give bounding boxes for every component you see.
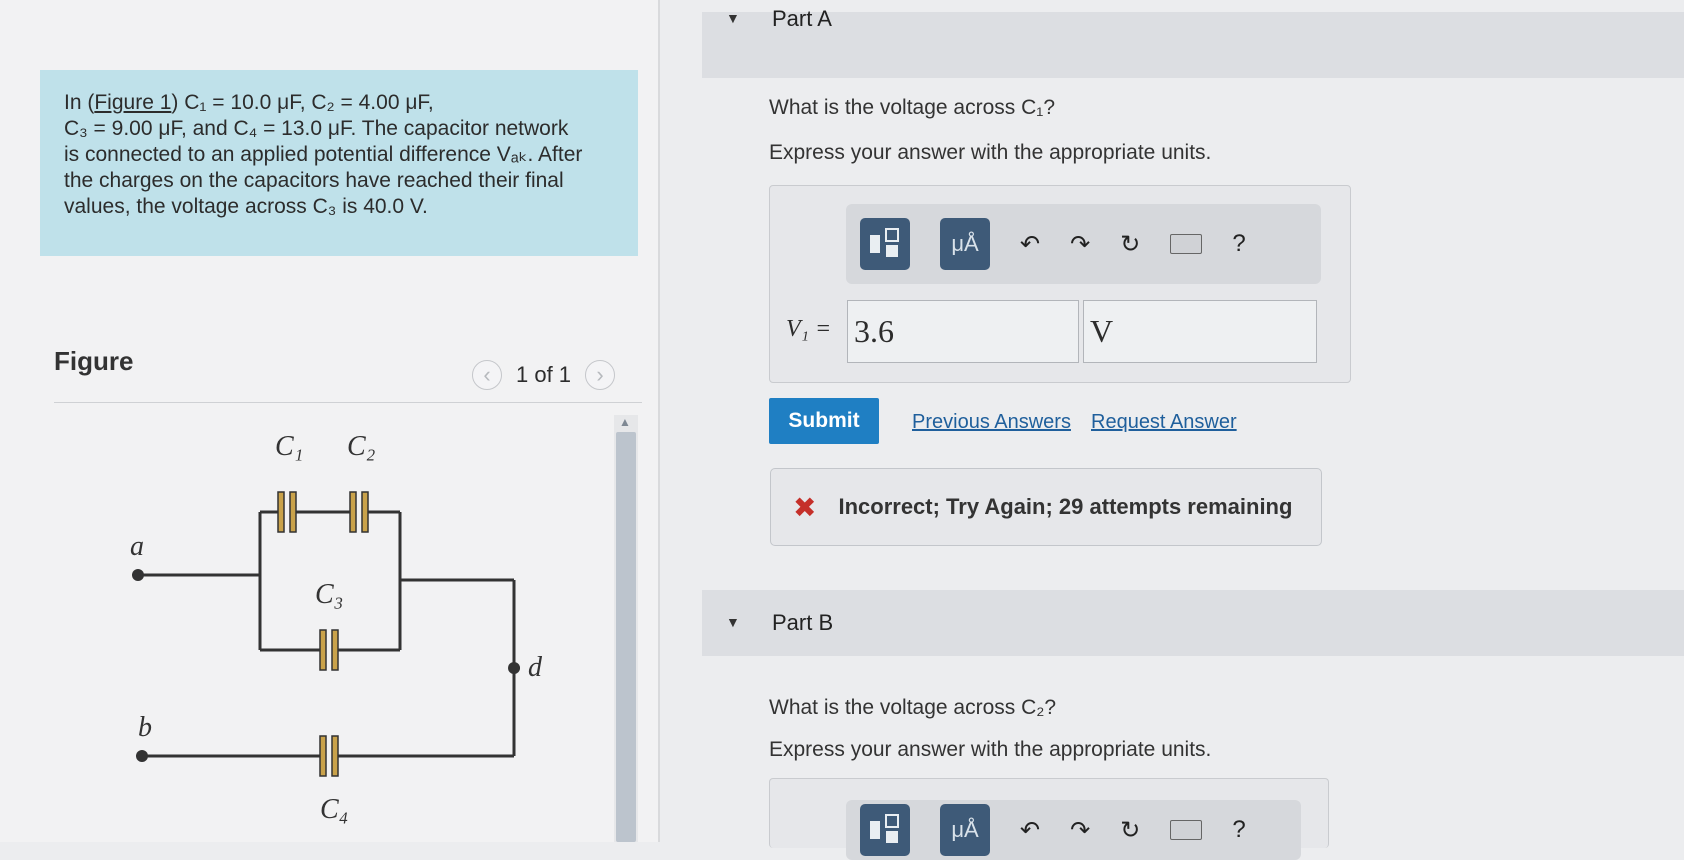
part-b-instruction: Express your answer with the appropriate… <box>769 738 1212 761</box>
help-icon[interactable]: ? <box>1232 816 1245 844</box>
units-button[interactable]: μÅ <box>940 804 990 856</box>
c2-plate-right <box>361 491 369 533</box>
part-b-toolbar: μÅ ↶ ↷ ↻ ? <box>846 800 1301 860</box>
part-a-title: Part A <box>772 6 832 31</box>
problem-line-1: In (Figure 1) C₁ = 10.0 μF, C₂ = 4.00 μF… <box>64 91 434 114</box>
problem-line-4: the charges on the capacitors have reach… <box>64 169 564 192</box>
reset-icon[interactable]: ↻ <box>1120 230 1140 259</box>
problem-statement: In (Figure 1) C₁ = 10.0 μF, C₂ = 4.00 μF… <box>40 70 638 256</box>
part-a-variable-label: V₁ = <box>786 316 832 342</box>
feedback-box: ✖ Incorrect; Try Again; 29 attempts rema… <box>770 468 1322 546</box>
capacitor-plates <box>277 491 369 777</box>
label-c2: C₂ <box>347 431 376 462</box>
label-a: a <box>130 531 144 562</box>
c1-plate-left <box>277 491 285 533</box>
part-b-question: What is the voltage across C₂? <box>769 696 1057 719</box>
units-button[interactable]: μÅ <box>940 218 990 270</box>
problem-line-2: C₃ = 9.00 μF, and C₄ = 13.0 μF. The capa… <box>64 117 569 140</box>
previous-answers-link[interactable]: Previous Answers <box>912 411 1071 434</box>
c2-plate-left <box>349 491 357 533</box>
chevron-right-icon[interactable]: › <box>585 360 616 390</box>
terminal-b <box>136 750 148 762</box>
label-c1: C₁ <box>275 431 303 462</box>
terminal-a <box>132 569 144 581</box>
c3-plate-left <box>319 629 327 671</box>
problem-line-5: values, the voltage across C₃ is 40.0 V. <box>64 195 428 218</box>
figure-heading: Figure <box>54 346 134 376</box>
request-answer-link[interactable]: Request Answer <box>1091 411 1237 434</box>
c3-plate-right <box>331 629 339 671</box>
label-c4: C₄ <box>320 794 348 825</box>
part-a-toolbar: μÅ ↶ ↷ ↻ ? <box>846 204 1321 284</box>
undo-icon[interactable]: ↶ <box>1020 816 1040 845</box>
error-x-icon: ✖ <box>793 491 817 523</box>
label-b: b <box>138 712 152 743</box>
figure-page-count: 1 of 1 <box>516 362 572 387</box>
submit-button[interactable]: Submit <box>769 398 879 444</box>
c4-plate-left <box>319 735 327 777</box>
feedback-message: Incorrect; Try Again; 29 attempts remain… <box>838 494 1293 519</box>
pane-divider[interactable] <box>658 0 660 842</box>
template-button[interactable] <box>860 218 910 270</box>
reset-icon[interactable]: ↻ <box>1120 816 1140 845</box>
value-input[interactable]: 3.6 <box>847 300 1079 363</box>
help-icon[interactable]: ? <box>1232 230 1245 258</box>
undo-icon[interactable]: ↶ <box>1020 230 1040 259</box>
problem-line-3: is connected to an applied potential dif… <box>64 143 583 166</box>
keyboard-icon[interactable] <box>1170 234 1203 254</box>
figure-divider <box>54 402 642 403</box>
keyboard-icon[interactable] <box>1170 820 1203 840</box>
figure-pager: ‹ 1 of 1 › <box>472 360 616 390</box>
redo-icon[interactable]: ↷ <box>1070 816 1090 845</box>
part-b-header[interactable] <box>702 590 1684 656</box>
figure-link[interactable]: Figure 1 <box>94 91 171 114</box>
c1-plate-right <box>289 491 297 533</box>
redo-icon[interactable]: ↷ <box>1070 230 1090 259</box>
label-c3: C₃ <box>315 579 343 610</box>
label-d: d <box>528 652 543 683</box>
scroll-up-arrow-icon[interactable]: ▲ <box>619 415 631 429</box>
c4-plate-right <box>331 735 339 777</box>
collapse-caret-icon[interactable]: ▼ <box>726 10 740 26</box>
part-a-header[interactable] <box>702 12 1684 78</box>
circuit-diagram: C₁ C₂ C₃ C₄ a b d <box>130 431 543 825</box>
part-b-title: Part B <box>772 610 834 635</box>
chevron-left-icon[interactable]: ‹ <box>472 360 502 390</box>
part-a-question: What is the voltage across C₁? <box>769 96 1056 119</box>
template-icon <box>870 228 899 257</box>
template-button[interactable] <box>860 804 910 856</box>
figure-scrollbar-thumb[interactable] <box>616 432 636 842</box>
part-a-instruction: Express your answer with the appropriate… <box>769 141 1212 164</box>
unit-input[interactable]: V <box>1083 300 1317 363</box>
collapse-caret-icon[interactable]: ▼ <box>726 614 740 630</box>
